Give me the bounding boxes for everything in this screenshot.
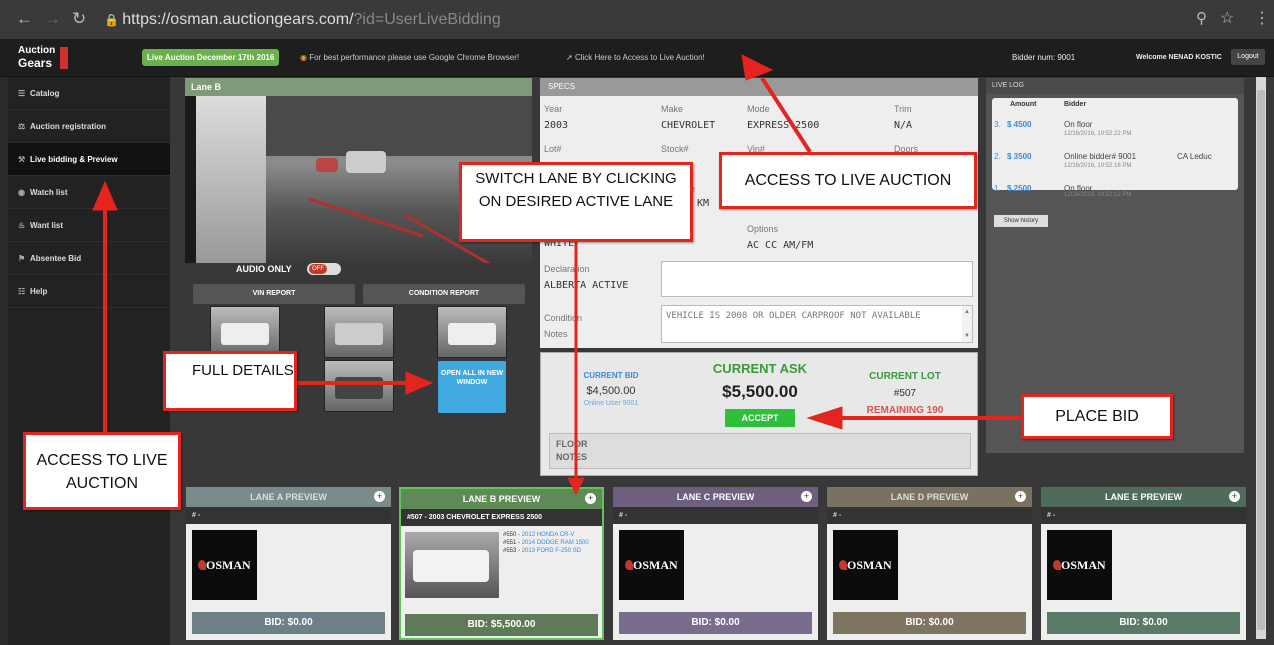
annotation-full-details: FULL DETAILS: [163, 351, 297, 411]
arrow-sidebar-head: [92, 180, 118, 211]
annotation-switch-lane: SWITCH LANE BY CLICKING ON DESIRED ACTIV…: [459, 162, 693, 242]
annotation-place-bid: PLACE BID: [1021, 394, 1173, 439]
arrow-lane-head: [567, 477, 585, 496]
annotation-access-live-side: ACCESS TO LIVE AUCTION: [23, 432, 181, 510]
arrow-top-head: [741, 54, 774, 81]
annotation-access-live-top: ACCESS TO LIVE AUCTION: [719, 152, 977, 209]
annotation-arrows: [92, 54, 1022, 496]
arrow-details-head: [405, 371, 434, 395]
arrow-top-shaft: [760, 76, 812, 154]
arrow-bid-head: [806, 406, 843, 430]
